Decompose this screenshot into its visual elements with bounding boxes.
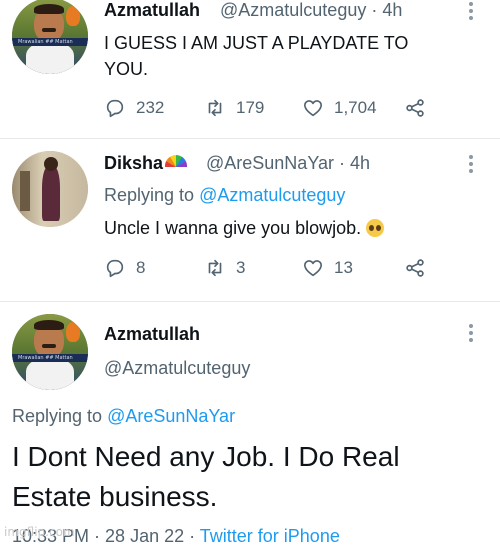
more-icon[interactable]	[469, 155, 475, 176]
retweet-icon	[208, 259, 222, 277]
retweet-button[interactable]: 179	[204, 96, 264, 120]
tweet-text-line2: YOU.	[104, 59, 149, 79]
reply-icon	[106, 259, 124, 278]
author-name[interactable]: Azmatullah	[104, 0, 200, 21]
tweet-1: Mrawalian ## Mattan Azmatullah @Azmatulc…	[0, 0, 500, 138]
reply-button[interactable]: 8	[104, 256, 145, 280]
author-handle[interactable]: @Azmatulcuteguy	[104, 358, 250, 379]
more-icon[interactable]	[469, 324, 475, 345]
retweet-icon	[208, 99, 222, 117]
replying-to: Replying to @AreSunNaYar	[12, 406, 236, 426]
share-button[interactable]	[404, 256, 426, 280]
share-icon	[406, 99, 424, 117]
share-button[interactable]	[404, 96, 426, 120]
tweet-text: Uncle I wanna give you blowjob.	[104, 215, 385, 241]
tweet-text-line2: Estate business.	[12, 481, 218, 512]
author-name[interactable]: Diksha	[104, 153, 188, 174]
tweet-actions: 8 3 13	[0, 256, 500, 280]
mention-link[interactable]: @AreSunNaYar	[107, 406, 235, 426]
tweet-text-line1: I Dont Need any Job. I Do Real	[12, 441, 400, 472]
reply-button[interactable]: 232	[104, 96, 164, 120]
tweet-actions: 232 179 1,704	[0, 96, 500, 120]
author-name[interactable]: Azmatullah	[104, 324, 200, 345]
replying-to: Replying to @Azmatulcuteguy	[104, 185, 346, 205]
like-icon	[303, 260, 323, 277]
pleading-face-emoji-icon	[366, 219, 385, 237]
avatar-diksha[interactable]	[12, 151, 88, 227]
tweet-2: Diksha @AreSunNaYar · 4h Replying to @Az…	[0, 139, 500, 301]
reply-icon	[106, 99, 124, 118]
author-handle[interactable]: @AreSunNaYar · 4h	[206, 153, 370, 174]
like-button[interactable]: 13	[302, 256, 353, 280]
tweet-3: Mrawalian ## Mattan Azmatullah @Azmatulc…	[0, 302, 500, 546]
like-icon	[303, 100, 323, 117]
share-icon	[406, 259, 424, 277]
avatar-azmatullah[interactable]: Mrawalian ## Mattan	[12, 314, 88, 390]
tweet-text-line1: I GUESS I AM JUST A PLAYDATE TO	[104, 33, 409, 53]
rainbow-emoji-icon	[165, 155, 188, 167]
author-handle[interactable]: @Azmatulcuteguy · 4h	[220, 0, 402, 21]
retweet-button[interactable]: 3	[204, 256, 245, 280]
avatar-azmatullah[interactable]: Mrawalian ## Mattan	[12, 0, 88, 74]
mention-link[interactable]: @Azmatulcuteguy	[199, 185, 345, 205]
source-link[interactable]: Twitter for iPhone	[200, 526, 340, 546]
more-icon[interactable]	[469, 2, 475, 23]
like-button[interactable]: 1,704	[302, 96, 377, 120]
watermark: imgflip.com	[4, 525, 75, 539]
